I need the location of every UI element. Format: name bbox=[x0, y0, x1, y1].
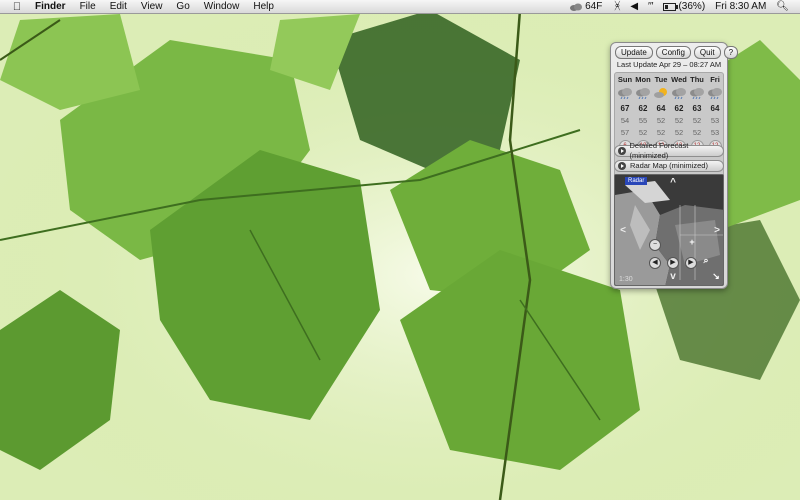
weather-temp: 64F bbox=[585, 0, 603, 12]
last-update: Last Update Apr 29 – 08:27 AM bbox=[616, 60, 722, 69]
radar-image bbox=[615, 175, 723, 285]
quit-button[interactable]: Quit bbox=[693, 46, 721, 59]
radar-map-toggle[interactable]: Radar Map (minimized) bbox=[614, 160, 724, 172]
rain-cloud-icon bbox=[634, 85, 652, 101]
rain-cloud-icon bbox=[706, 85, 724, 101]
forecast-high: 64 bbox=[710, 104, 720, 113]
battery-percent: (36%) bbox=[678, 0, 706, 12]
magnifier-icon[interactable]: ⌕ bbox=[701, 255, 711, 265]
forecast-high: 67 bbox=[620, 104, 630, 113]
forecast-day-label: Thu bbox=[690, 75, 704, 84]
battery-icon bbox=[663, 2, 679, 11]
spotlight-icon[interactable]: 🔍︎ bbox=[771, 0, 794, 14]
forecast-low: 52 bbox=[692, 116, 702, 125]
menu-view[interactable]: View bbox=[134, 0, 170, 14]
resize-icon[interactable]: ↘ bbox=[711, 271, 721, 281]
forecast-precip: 52 bbox=[692, 128, 702, 137]
rewind-icon[interactable]: ◀ bbox=[649, 257, 661, 269]
menu-extras: 64F ᚸ ◀ ′″ (36%) Fri 8:30 AM 🔍︎ bbox=[564, 0, 800, 14]
menu-finder[interactable]: Finder bbox=[28, 0, 73, 14]
forecast-day-label: Fri bbox=[710, 75, 720, 84]
rain-cloud-icon bbox=[616, 85, 634, 101]
widget-toolbar: Update Config Quit ? bbox=[615, 46, 739, 59]
bluetooth-icon[interactable]: ᚸ bbox=[607, 0, 625, 14]
forecast-low: 55 bbox=[638, 116, 648, 125]
cloud-icon bbox=[570, 3, 583, 11]
forecast-low: 52 bbox=[674, 116, 684, 125]
forecast-day-label: Tue bbox=[654, 75, 668, 84]
update-button[interactable]: Update bbox=[615, 46, 653, 59]
help-button[interactable]: ? bbox=[723, 46, 739, 59]
apple-icon[interactable]:  bbox=[6, 1, 28, 13]
forecast-low: 53 bbox=[710, 116, 720, 125]
weather-status[interactable]: 64F bbox=[564, 0, 607, 14]
forecast-precip: 52 bbox=[638, 128, 648, 137]
detailed-forecast-label: Detailed Forecast (minimized) bbox=[629, 141, 689, 160]
zoom-in-icon[interactable]: + bbox=[687, 237, 697, 247]
battery-status[interactable]: (36%) bbox=[658, 0, 710, 14]
wifi-icon[interactable]: ′″ bbox=[643, 0, 658, 14]
config-button[interactable]: Config bbox=[655, 46, 691, 59]
partly-sunny-icon bbox=[652, 85, 670, 101]
radar-map-label: Radar Map (minimized) bbox=[630, 161, 708, 170]
forecast-low: 54 bbox=[620, 116, 630, 125]
forecast-low: 52 bbox=[656, 116, 666, 125]
clock[interactable]: Fri 8:30 AM bbox=[710, 0, 771, 14]
play-icon[interactable]: ▶ bbox=[667, 257, 679, 269]
forecast-high: 62 bbox=[638, 104, 648, 113]
forecast-day-label: Sun bbox=[617, 75, 633, 84]
radar-layer-label[interactable]: Radar bbox=[625, 177, 648, 185]
forecast-day-label: Mon bbox=[635, 75, 651, 84]
detailed-forecast-toggle[interactable]: Detailed Forecast (minimized) bbox=[614, 141, 724, 160]
radar-map[interactable]: Radar ^ < > v − ◀ ▶ ▶ + ⌕ ↘ 1:30 bbox=[614, 174, 724, 286]
pan-up-button[interactable]: ^ bbox=[667, 177, 679, 189]
rain-cloud-icon bbox=[670, 85, 688, 101]
menu-go[interactable]: Go bbox=[169, 0, 196, 14]
menu-file[interactable]: File bbox=[73, 0, 103, 14]
forecast-high: 62 bbox=[674, 104, 684, 113]
menu-window[interactable]: Window bbox=[197, 0, 247, 14]
pan-down-button[interactable]: v bbox=[667, 271, 679, 283]
forecast-precip: 52 bbox=[674, 128, 684, 137]
disclosure-triangle-icon bbox=[618, 147, 626, 155]
forecast-day-label: Wed bbox=[671, 75, 687, 84]
menu-bar:  Finder File Edit View Go Window Help 6… bbox=[0, 0, 800, 14]
pan-left-button[interactable]: < bbox=[617, 225, 629, 237]
menu-edit[interactable]: Edit bbox=[103, 0, 134, 14]
radar-time: 1:30 bbox=[619, 276, 633, 283]
volume-icon[interactable]: ◀ bbox=[625, 0, 643, 14]
forecast-high: 64 bbox=[656, 104, 666, 113]
forecast-precip: 57 bbox=[620, 128, 630, 137]
zoom-out-icon[interactable]: − bbox=[649, 239, 661, 251]
menu-help[interactable]: Help bbox=[246, 0, 281, 14]
disclosure-triangle-icon bbox=[618, 162, 626, 170]
pan-right-button[interactable]: > bbox=[711, 225, 723, 237]
forecast-precip: 52 bbox=[656, 128, 666, 137]
rain-cloud-icon bbox=[688, 85, 706, 101]
forecast-high: 63 bbox=[692, 104, 702, 113]
forecast-precip: 53 bbox=[710, 128, 720, 137]
weather-widget: Update Config Quit ? Last Update Apr 29 … bbox=[610, 42, 739, 289]
fast-forward-icon[interactable]: ▶ bbox=[685, 257, 697, 269]
